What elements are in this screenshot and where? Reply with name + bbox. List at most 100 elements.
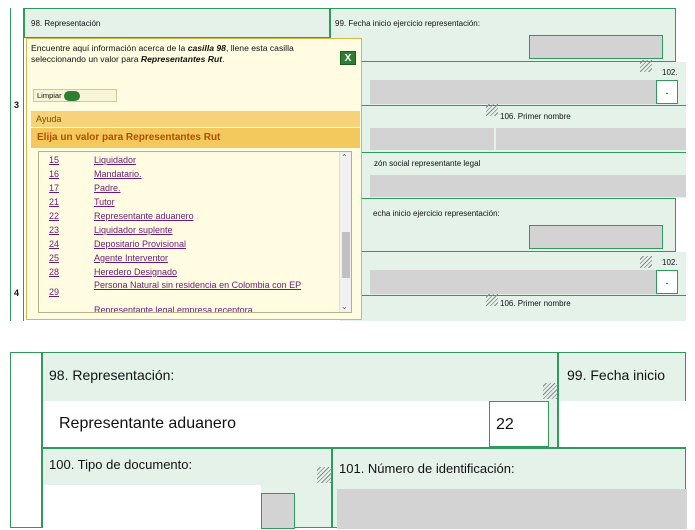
- field-106-label-b: 106. Primer nombre: [500, 299, 571, 308]
- option-desc[interactable]: Persona Natural sin residencia en Colomb…: [94, 280, 324, 290]
- field-98-zoom-label: 98. Representación:: [49, 367, 175, 383]
- option-code[interactable]: 16: [49, 168, 59, 180]
- help-text-bold: Representantes Rut: [140, 54, 223, 64]
- clear-button[interactable]: Limpiar: [33, 89, 117, 102]
- field-102-input-a[interactable]: [370, 80, 656, 104]
- corner-hatch-icon: [640, 60, 652, 72]
- help-text-part: .: [222, 54, 225, 64]
- field-100-code-box[interactable]: [261, 493, 295, 529]
- field-106-row-a: 106. Primer nombre: [340, 106, 686, 152]
- option-desc[interactable]: Padre.: [94, 182, 314, 194]
- option-desc[interactable]: Liquidador suplente: [94, 224, 314, 236]
- field-102-label: 102.: [662, 68, 678, 77]
- field-98-zoom: 98. Representación: Representante aduane…: [42, 352, 559, 448]
- list-item[interactable]: Representante legal empresa receptora: [39, 304, 339, 312]
- clear-icon: [63, 91, 80, 102]
- ayuda-header[interactable]: Ayuda: [31, 111, 360, 127]
- row-number-4: 4: [14, 288, 20, 298]
- close-button[interactable]: X: [340, 51, 356, 65]
- list-scrollbar[interactable]: ⌃ ⌄: [339, 152, 351, 312]
- field-row-102-b: 102. -: [340, 252, 686, 296]
- option-code[interactable]: 25: [49, 252, 59, 264]
- help-text: Encuentre aquí información acerca de la …: [31, 43, 321, 65]
- field-98-label: 98. Representación: [31, 19, 101, 28]
- field-101-zoom: 101. Número de identificación:: [332, 448, 687, 529]
- corner-hatch-icon: [486, 104, 498, 116]
- field-102-label-b: 102.: [662, 258, 678, 267]
- option-desc[interactable]: Depositario Provisional: [94, 238, 314, 250]
- bottom-form-panel: 98. Representación: Representante aduane…: [10, 352, 687, 529]
- list-item[interactable]: 21 Tutor: [39, 196, 339, 210]
- field-99-cell-b: echa inicio ejercicio representación:: [340, 198, 676, 252]
- option-desc[interactable]: Representante aduanero: [94, 210, 314, 222]
- corner-hatch-icon: [317, 467, 333, 483]
- option-desc[interactable]: Agente Interventor: [94, 252, 314, 264]
- field-101-zoom-label: 101. Número de identificación:: [339, 461, 515, 476]
- option-desc[interactable]: Representante legal empresa receptora: [94, 304, 334, 312]
- razon-social-row: zón social representante legal: [340, 152, 686, 198]
- option-code[interactable]: 21: [49, 196, 59, 208]
- list-item[interactable]: 17 Padre.: [39, 182, 339, 196]
- field-99-zoom-input[interactable]: [559, 401, 687, 447]
- scroll-thumb[interactable]: [342, 232, 350, 278]
- option-code[interactable]: 23: [49, 224, 59, 236]
- dash-box-a: -: [656, 80, 678, 104]
- field-98-cell: 98. Representación: [24, 8, 330, 38]
- selected-code: 22: [496, 416, 514, 433]
- clear-button-label: Limpiar: [37, 91, 62, 100]
- bottom-left-margin: [10, 352, 42, 528]
- field-row-102-a: 102. -: [340, 62, 686, 106]
- selected-value: Representante aduanero: [59, 415, 237, 432]
- option-code[interactable]: 24: [49, 238, 59, 250]
- list-item[interactable]: 15 Liquidador: [39, 154, 339, 168]
- field-98-value-box[interactable]: Representante aduanero: [43, 401, 489, 447]
- field-99-input[interactable]: [529, 35, 663, 59]
- scroll-up-icon[interactable]: ⌃: [341, 153, 348, 162]
- field-100-zoom: 100. Tipo de documento:: [42, 448, 333, 529]
- option-desc[interactable]: Mandatario.: [94, 168, 314, 180]
- option-code[interactable]: 17: [49, 182, 59, 194]
- field-100-zoom-input[interactable]: [43, 485, 261, 529]
- list-item[interactable]: 23 Liquidador suplente: [39, 224, 339, 238]
- corner-hatch-icon: [486, 294, 498, 306]
- field-106-row-b: 106. Primer nombre: [340, 296, 686, 321]
- option-code[interactable]: 22: [49, 210, 59, 222]
- list-item[interactable]: 28 Heredero Designado: [39, 266, 339, 280]
- field-106-input-a[interactable]: [496, 128, 686, 150]
- field-99-input-b[interactable]: [529, 225, 663, 249]
- list-item[interactable]: 16 Mandatario.: [39, 168, 339, 182]
- list-item[interactable]: 25 Agente Interventor: [39, 252, 339, 266]
- field-99-zoom-label: 99. Fecha inicio: [567, 367, 666, 383]
- elija-header: Elija un valor para Representantes Rut: [31, 128, 360, 148]
- selected-code-box[interactable]: 22: [489, 401, 549, 447]
- field-99-cell: 99. Fecha inicio ejercicio representació…: [330, 8, 676, 62]
- options-list[interactable]: 15 Liquidador 16 Mandatario. 17 Padre. 21 Tu…: [38, 151, 352, 313]
- option-desc[interactable]: Tutor: [94, 196, 314, 208]
- scroll-down-icon[interactable]: ⌄: [341, 302, 348, 311]
- option-code[interactable]: 29: [49, 286, 59, 298]
- dash-box-b: -: [656, 270, 678, 294]
- field-99-label: 99. Fecha inicio ejercicio representació…: [335, 19, 480, 28]
- field-101-zoom-input[interactable]: [337, 489, 687, 529]
- option-desc[interactable]: Liquidador: [94, 154, 314, 166]
- option-code[interactable]: 15: [49, 154, 59, 166]
- field-105-input-a[interactable]: [370, 128, 494, 150]
- list-item[interactable]: 22 Representante aduanero: [39, 210, 339, 224]
- razon-social-label: zón social representante legal: [374, 159, 481, 168]
- field-99-zoom: 99. Fecha inicio: [558, 352, 687, 448]
- corner-hatch-icon: [640, 256, 652, 268]
- field-102-input-b[interactable]: [370, 270, 656, 294]
- help-text-part: Encuentre aquí información acerca de la: [31, 43, 188, 53]
- option-desc[interactable]: Heredero Designado: [94, 266, 314, 278]
- option-code[interactable]: 28: [49, 266, 59, 278]
- row-number-3: 3: [14, 100, 20, 110]
- list-item[interactable]: 24 Depositario Provisional: [39, 238, 339, 252]
- razon-social-input[interactable]: [370, 175, 686, 197]
- help-text-bold: casilla 98: [187, 43, 226, 53]
- field-99-label-b: echa inicio ejercicio representación:: [373, 209, 500, 218]
- corner-hatch-icon: [543, 383, 559, 399]
- field-106-label-a: 106. Primer nombre: [500, 112, 571, 121]
- list-item[interactable]: 29 Persona Natural sin residencia en Colo…: [39, 280, 339, 304]
- left-margin: [10, 8, 24, 321]
- field-100-zoom-label: 100. Tipo de documento:: [49, 457, 193, 472]
